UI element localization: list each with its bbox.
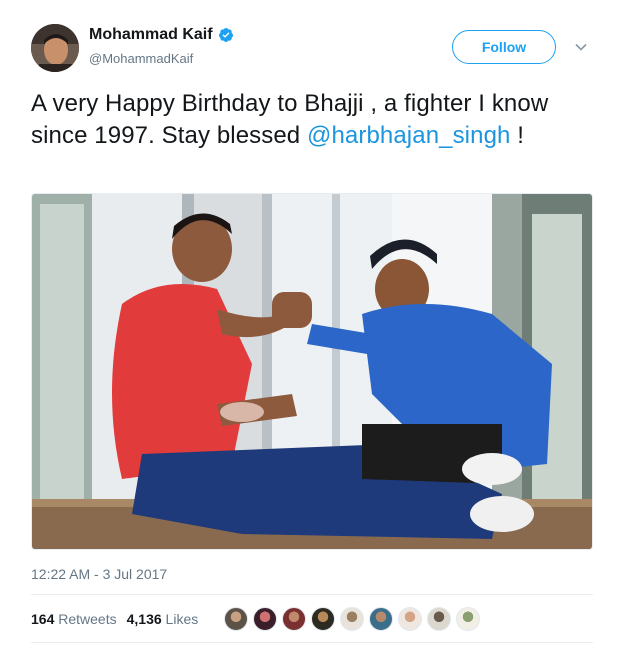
follow-button[interactable]: Follow	[452, 30, 556, 64]
liker-avatar[interactable]	[224, 607, 248, 631]
liker-avatar[interactable]	[340, 607, 364, 631]
mention-link[interactable]: @harbhajan_singh	[307, 122, 510, 149]
likes-stat[interactable]: 4,136 Likes	[127, 611, 199, 627]
chevron-down-icon[interactable]	[574, 40, 588, 54]
author-display-name[interactable]: Mohammad Kaif	[89, 26, 213, 44]
liker-avatar[interactable]	[427, 607, 451, 631]
retweets-stat[interactable]: 164 Retweets	[31, 611, 117, 627]
retweets-count: 164	[31, 611, 55, 627]
liker-avatar[interactable]	[311, 607, 335, 631]
author-info: Mohammad Kaif @MohammadKaif	[89, 25, 234, 66]
author-avatar[interactable]	[31, 24, 79, 72]
tweet-timestamp[interactable]: 12:22 AM - 3 Jul 2017	[31, 566, 167, 582]
liker-avatar[interactable]	[456, 607, 480, 631]
author-name-row: Mohammad Kaif	[89, 25, 234, 45]
retweets-label: Retweets	[58, 611, 117, 627]
likes-count: 4,136	[126, 611, 162, 627]
tweet-stats: 164 Retweets 4,136 Likes	[31, 608, 208, 630]
divider-bottom	[31, 642, 593, 643]
liker-avatars	[224, 607, 485, 631]
tweet-photo[interactable]	[31, 193, 593, 550]
verified-badge-icon	[218, 27, 234, 43]
liker-avatar[interactable]	[282, 607, 306, 631]
liker-avatar[interactable]	[369, 607, 393, 631]
liker-avatar[interactable]	[253, 607, 277, 631]
tweet-text-part2: !	[510, 122, 525, 149]
likes-label: Likes	[165, 611, 199, 627]
author-handle[interactable]: @MohammadKaif	[89, 51, 234, 66]
liker-avatar[interactable]	[398, 607, 422, 631]
tweet-text: A very Happy Birthday to Bhajji , a figh…	[31, 88, 596, 152]
divider-top	[31, 594, 593, 595]
